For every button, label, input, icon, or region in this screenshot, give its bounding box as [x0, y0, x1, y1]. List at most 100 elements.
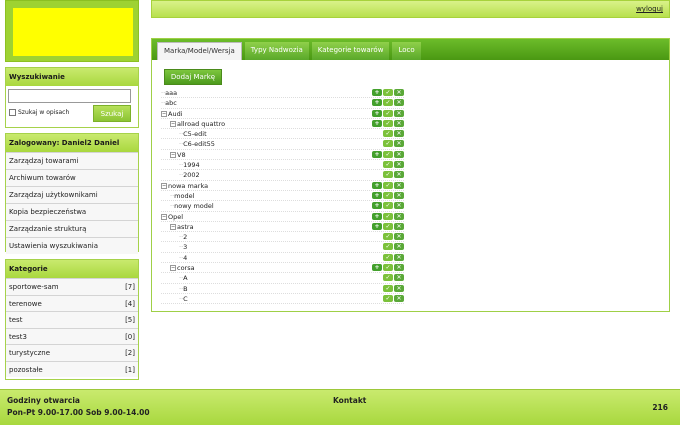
tree-node[interactable]: ··nowy model: [170, 201, 214, 211]
tree-node[interactable]: ··C6-edit55: [179, 139, 215, 149]
tree-node[interactable]: ··C: [179, 294, 188, 304]
edit-icon[interactable]: ✓: [383, 99, 393, 107]
collapse-icon[interactable]: −: [170, 223, 176, 230]
delete-icon[interactable]: ✕: [394, 202, 404, 210]
contact-link[interactable]: Kontakt: [333, 396, 366, 405]
delete-icon[interactable]: ✕: [394, 150, 404, 158]
search-input[interactable]: [8, 89, 131, 103]
collapse-icon[interactable]: −: [161, 182, 167, 189]
tree-node[interactable]: ··A: [179, 273, 188, 283]
collapse-icon[interactable]: −: [161, 110, 167, 117]
delete-icon[interactable]: ✕: [394, 171, 404, 179]
add-icon[interactable]: +: [372, 191, 382, 199]
delete-icon[interactable]: ✕: [394, 191, 404, 199]
tab-body-types[interactable]: Typy Nadwozia: [244, 42, 309, 60]
edit-icon[interactable]: ✓: [383, 181, 393, 189]
search-in-descriptions[interactable]: Szukaj w opisach: [9, 109, 69, 116]
delete-icon[interactable]: ✕: [394, 253, 404, 261]
tree-node[interactable]: − astra: [170, 222, 194, 232]
tree-node[interactable]: − Opel: [161, 212, 183, 222]
add-brand-button[interactable]: Dodaj Markę: [164, 69, 222, 85]
delete-icon[interactable]: ✕: [394, 284, 404, 292]
menu-manage-products[interactable]: Zarządzaj towarami: [6, 152, 138, 169]
delete-icon[interactable]: ✕: [394, 243, 404, 251]
delete-icon[interactable]: ✕: [394, 181, 404, 189]
tree-node[interactable]: − Audi: [161, 109, 183, 119]
category-item[interactable]: turystyczne [2]: [6, 344, 138, 361]
menu-manage-users[interactable]: Zarządzaj użytkownikami: [6, 186, 138, 203]
edit-icon[interactable]: ✓: [383, 264, 393, 272]
edit-icon[interactable]: ✓: [383, 109, 393, 117]
edit-icon[interactable]: ✓: [383, 222, 393, 230]
logo[interactable]: [5, 0, 139, 62]
tree-node[interactable]: − nowa marka: [161, 181, 208, 191]
delete-icon[interactable]: ✕: [394, 264, 404, 272]
edit-icon[interactable]: ✓: [383, 191, 393, 199]
tree-node[interactable]: ··model: [170, 191, 194, 201]
edit-icon[interactable]: ✓: [383, 212, 393, 220]
edit-icon[interactable]: ✓: [383, 284, 393, 292]
add-icon[interactable]: +: [372, 109, 382, 117]
tree-node[interactable]: ··1994: [179, 160, 200, 170]
collapse-icon[interactable]: −: [170, 265, 176, 272]
tree-node[interactable]: − V8: [170, 150, 186, 160]
add-icon[interactable]: +: [372, 202, 382, 210]
add-icon[interactable]: +: [372, 89, 382, 96]
edit-icon[interactable]: ✓: [383, 119, 393, 127]
tab-brand-model-version[interactable]: Marka/Model/Wersja: [157, 42, 242, 60]
add-icon[interactable]: +: [372, 150, 382, 158]
tab-product-categories[interactable]: Kategorie towarów: [311, 42, 390, 60]
add-icon[interactable]: +: [372, 222, 382, 230]
edit-icon[interactable]: ✓: [383, 161, 393, 169]
delete-icon[interactable]: ✕: [394, 233, 404, 241]
edit-icon[interactable]: ✓: [383, 89, 393, 96]
edit-icon[interactable]: ✓: [383, 253, 393, 261]
add-icon[interactable]: +: [372, 181, 382, 189]
category-item[interactable]: terenowe [4]: [6, 294, 138, 311]
edit-icon[interactable]: ✓: [383, 233, 393, 241]
edit-icon[interactable]: ✓: [383, 274, 393, 282]
category-item[interactable]: test3 [0]: [6, 327, 138, 344]
delete-icon[interactable]: ✕: [394, 89, 404, 96]
edit-icon[interactable]: ✓: [383, 171, 393, 179]
delete-icon[interactable]: ✕: [394, 294, 404, 302]
logout-link[interactable]: wyloguj: [636, 5, 663, 13]
edit-icon[interactable]: ✓: [383, 202, 393, 210]
tree-node[interactable]: ··2: [179, 232, 187, 242]
delete-icon[interactable]: ✕: [394, 140, 404, 148]
tree-node[interactable]: ··C5-edit: [179, 129, 207, 139]
delete-icon[interactable]: ✕: [394, 109, 404, 117]
edit-icon[interactable]: ✓: [383, 130, 393, 138]
menu-product-archive[interactable]: Archiwum towarów: [6, 169, 138, 186]
tree-node[interactable]: − allroad quattro: [170, 119, 225, 129]
menu-search-settings[interactable]: Ustawienia wyszukiwania: [6, 237, 138, 254]
edit-icon[interactable]: ✓: [383, 243, 393, 251]
delete-icon[interactable]: ✕: [394, 274, 404, 282]
collapse-icon[interactable]: −: [170, 120, 176, 127]
edit-icon[interactable]: ✓: [383, 140, 393, 148]
tab-loco[interactable]: Loco: [392, 42, 421, 60]
edit-icon[interactable]: ✓: [383, 294, 393, 302]
tree-node[interactable]: − corsa: [170, 263, 195, 273]
delete-icon[interactable]: ✕: [394, 161, 404, 169]
category-item[interactable]: sportowe-sam [7]: [6, 278, 138, 295]
menu-structure[interactable]: Zarządzanie strukturą: [6, 220, 138, 237]
tree-node[interactable]: ··abc: [161, 98, 177, 108]
delete-icon[interactable]: ✕: [394, 99, 404, 107]
add-icon[interactable]: +: [372, 119, 382, 127]
category-item[interactable]: test [5]: [6, 311, 138, 328]
tree-node[interactable]: ··aaa: [161, 88, 177, 98]
search-button[interactable]: Szukaj: [93, 105, 131, 122]
collapse-icon[interactable]: −: [170, 151, 176, 158]
delete-icon[interactable]: ✕: [394, 222, 404, 230]
search-in-descriptions-checkbox[interactable]: [9, 109, 16, 116]
add-icon[interactable]: +: [372, 264, 382, 272]
delete-icon[interactable]: ✕: [394, 130, 404, 138]
collapse-icon[interactable]: −: [161, 213, 167, 220]
menu-backup[interactable]: Kopia bezpieczeństwa: [6, 203, 138, 220]
tree-node[interactable]: ··3: [179, 242, 187, 252]
category-item[interactable]: pozostałe [1]: [6, 360, 138, 377]
delete-icon[interactable]: ✕: [394, 212, 404, 220]
add-icon[interactable]: +: [372, 212, 382, 220]
add-icon[interactable]: +: [372, 99, 382, 107]
